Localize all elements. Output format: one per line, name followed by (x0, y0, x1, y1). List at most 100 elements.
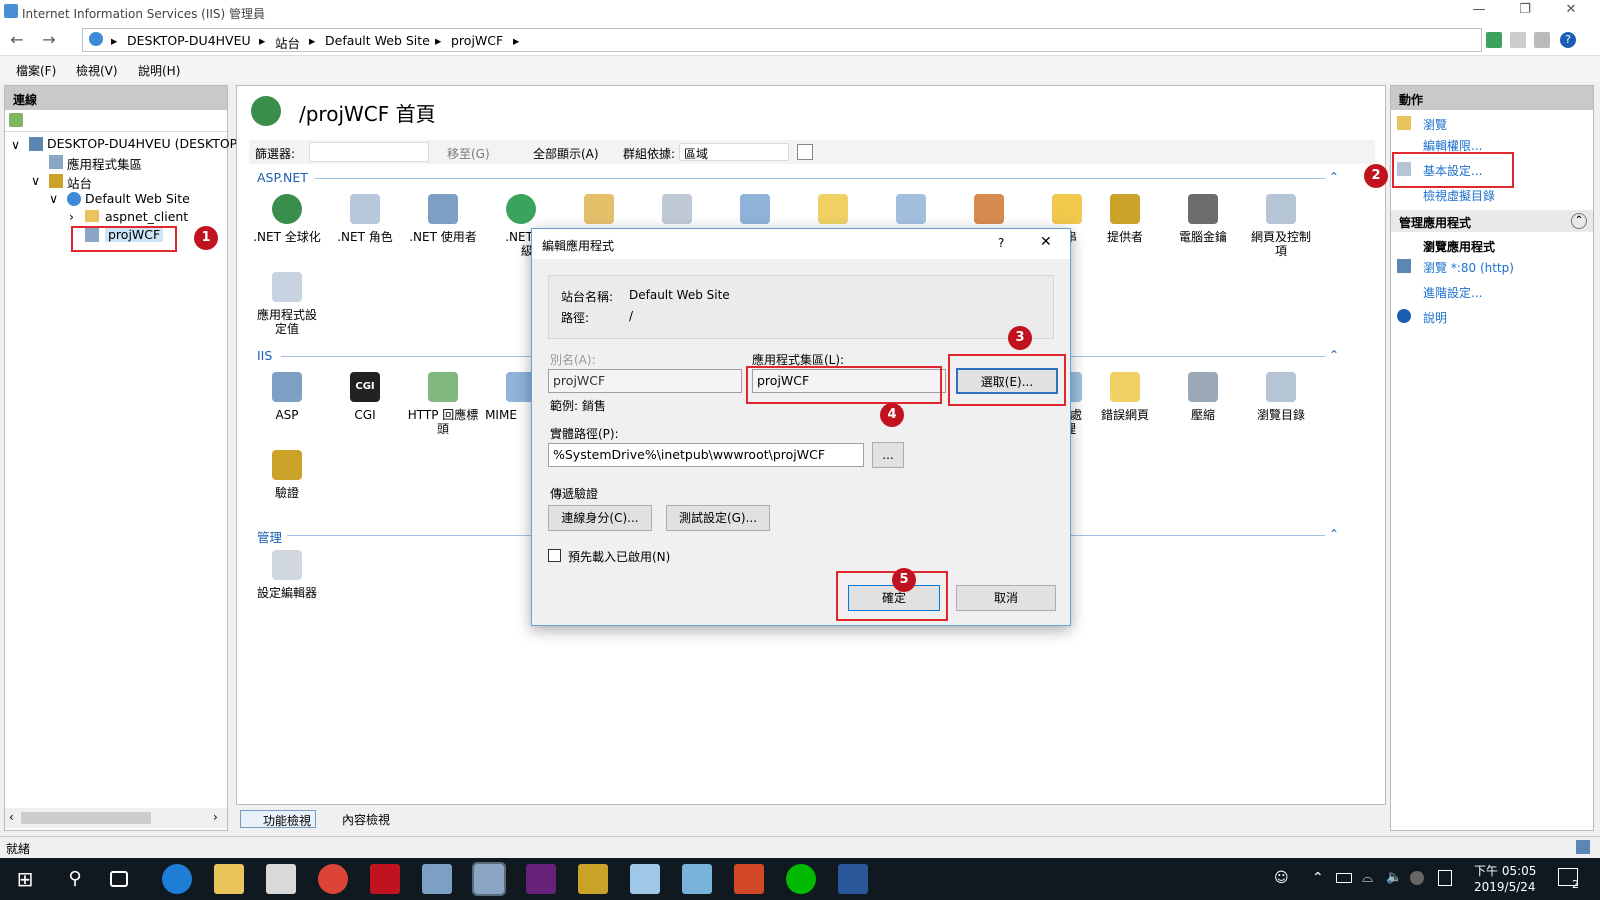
feature-providers[interactable]: 提供者 (1085, 230, 1165, 244)
trust-icon[interactable] (506, 194, 536, 224)
tablet-icon[interactable] (682, 864, 712, 894)
word-icon[interactable] (838, 864, 868, 894)
machine-key-icon[interactable] (1188, 194, 1218, 224)
line-icon[interactable] (786, 864, 816, 894)
tree-toggle-icon[interactable]: › (69, 209, 74, 224)
pages-controls-icon[interactable] (1266, 194, 1296, 224)
collapse-manage-icon[interactable]: ⌃ (1329, 527, 1339, 541)
directory-browsing-icon[interactable] (1266, 372, 1296, 402)
test-settings-button[interactable]: 測試設定(G)... (666, 505, 770, 531)
action-explore[interactable]: 瀏覽 (1423, 116, 1447, 133)
ime-icon[interactable] (1438, 870, 1452, 886)
feature-net-roles[interactable]: .NET 角色 (325, 230, 405, 244)
maximize-button[interactable]: ❐ (1502, 2, 1548, 22)
feature-net-users[interactable]: .NET 使用者 (403, 230, 483, 244)
crumb-sites[interactable]: 站台 (275, 33, 300, 52)
groupby-select[interactable]: 區域 (679, 143, 789, 161)
start-icon[interactable]: ⊞ (10, 864, 40, 894)
tray-up-icon[interactable]: ⌃ (1312, 870, 1324, 886)
visual-studio-icon[interactable] (526, 864, 556, 894)
config-editor-icon[interactable] (272, 550, 302, 580)
tree-toggle-icon[interactable]: ∨ (49, 191, 58, 206)
home-icon[interactable] (1534, 32, 1550, 48)
cgi-icon[interactable]: CGI (350, 372, 380, 402)
action-view-virtual-dirs[interactable]: 檢視虛擬目錄 (1423, 187, 1495, 204)
goto-button[interactable]: 移至(G) (447, 145, 490, 162)
network-app-icon[interactable] (422, 864, 452, 894)
app-red-icon[interactable] (370, 864, 400, 894)
feature-http-headers[interactable]: HTTP 回應標 頭 (397, 408, 489, 436)
file-explorer-icon[interactable] (214, 864, 244, 894)
tab-features-view[interactable]: 功能檢視 (240, 810, 316, 828)
clock-date[interactable]: 2019/5/24 (1474, 880, 1536, 894)
wifi-icon[interactable]: ⌓ (1362, 870, 1373, 886)
group-aspnet[interactable]: ASP.NET (257, 170, 308, 185)
scroll-left-icon[interactable]: ‹ (9, 810, 14, 824)
manage-app-header[interactable]: 管理應用程式 ⌃ (1391, 210, 1593, 232)
close-button[interactable]: ✕ (1548, 2, 1594, 22)
strings-icon[interactable] (1052, 194, 1082, 224)
preload-checkbox[interactable] (548, 549, 561, 562)
tab-content-view[interactable]: 內容檢視 (322, 811, 390, 828)
feature-asp[interactable]: ASP (247, 408, 327, 422)
feature-machine-key[interactable]: 電腦金鑰 (1163, 230, 1243, 244)
asp-icon[interactable] (272, 372, 302, 402)
menu-view[interactable]: 檢視(V) (76, 62, 118, 79)
app-settings-icon[interactable] (272, 272, 302, 302)
action-advanced-settings[interactable]: 進階設定... (1423, 284, 1482, 301)
feature-pages-controls[interactable]: 網頁及控制 項 (1241, 230, 1321, 258)
crumb-site[interactable]: Default Web Site (325, 33, 430, 48)
forward-button[interactable]: → (38, 29, 60, 51)
feature-compression[interactable]: 壓縮 (1163, 408, 1243, 422)
connect-icon[interactable] (9, 113, 23, 127)
http-headers-icon[interactable] (428, 372, 458, 402)
dialog-help-button[interactable]: ? (998, 236, 1004, 250)
feature-mime[interactable]: MIME (481, 408, 521, 422)
tree-toggle-icon[interactable]: ∨ (11, 137, 20, 152)
feature-error-pages[interactable]: 錯誤網頁 (1085, 408, 1165, 422)
action-browse-http[interactable]: 瀏覽 *:80 (http) (1423, 259, 1514, 276)
menu-file[interactable]: 檔案(F) (16, 62, 56, 79)
dialog-close-icon[interactable]: ✕ (1040, 234, 1052, 250)
users-icon[interactable] (428, 194, 458, 224)
help-icon[interactable]: ? (1560, 32, 1576, 48)
globalization-icon[interactable] (272, 194, 302, 224)
connect-as-button[interactable]: 連線身分(C)... (548, 505, 652, 531)
scroll-thumb[interactable] (21, 812, 151, 824)
providers-icon[interactable] (1110, 194, 1140, 224)
group-manage[interactable]: 管理 (257, 527, 282, 546)
browse-path-button[interactable]: ... (872, 442, 904, 468)
refresh-icon[interactable] (1486, 32, 1502, 48)
crumb-app[interactable]: projWCF (451, 33, 503, 48)
powerpoint-icon[interactable] (734, 864, 764, 894)
mail-icon[interactable] (266, 864, 296, 894)
authentication-icon[interactable] (272, 450, 302, 480)
feature-directory-browsing[interactable]: 瀏覽目錄 (1241, 408, 1321, 422)
action-help[interactable]: 說明 (1423, 309, 1447, 326)
feature-net-globalization[interactable]: .NET 全球化 (247, 230, 327, 244)
chrome-icon[interactable] (318, 864, 348, 894)
feature-config-editor[interactable]: 設定編輯器 (247, 586, 327, 600)
error-pages-icon[interactable] (1110, 372, 1140, 402)
breadcrumb[interactable]: ▸ DESKTOP-DU4HVEU ▸ 站台 ▸ Default Web Sit… (82, 28, 1482, 52)
crumb-server[interactable]: DESKTOP-DU4HVEU (127, 33, 251, 48)
roles-icon[interactable] (350, 194, 380, 224)
feature-authentication[interactable]: 驗證 (247, 486, 327, 500)
back-button[interactable]: ← (6, 29, 28, 51)
cancel-button[interactable]: 取消 (956, 585, 1056, 611)
tree-item-aspnet-client[interactable]: aspnet_client (105, 209, 188, 224)
view-toggle-icon[interactable] (797, 144, 813, 160)
alias-field[interactable]: projWCF (548, 369, 742, 393)
edge-icon[interactable] (162, 864, 192, 894)
group-iis[interactable]: IIS (257, 348, 272, 363)
iis-manager-icon[interactable] (472, 862, 506, 896)
physical-path-field[interactable]: %SystemDrive%\inetpub\wwwroot\projWCF (548, 443, 864, 467)
snipping-tool-icon[interactable] (578, 864, 608, 894)
stop-icon[interactable] (1510, 32, 1526, 48)
tree-item-sites[interactable]: 站台 (67, 173, 92, 192)
compression-icon[interactable] (1188, 372, 1218, 402)
paint-icon[interactable] (630, 864, 660, 894)
task-view-icon[interactable] (110, 871, 128, 887)
feature-app-settings[interactable]: 應用程式設 定值 (247, 308, 327, 336)
clock-time[interactable]: 下午 05:05 (1474, 862, 1536, 879)
